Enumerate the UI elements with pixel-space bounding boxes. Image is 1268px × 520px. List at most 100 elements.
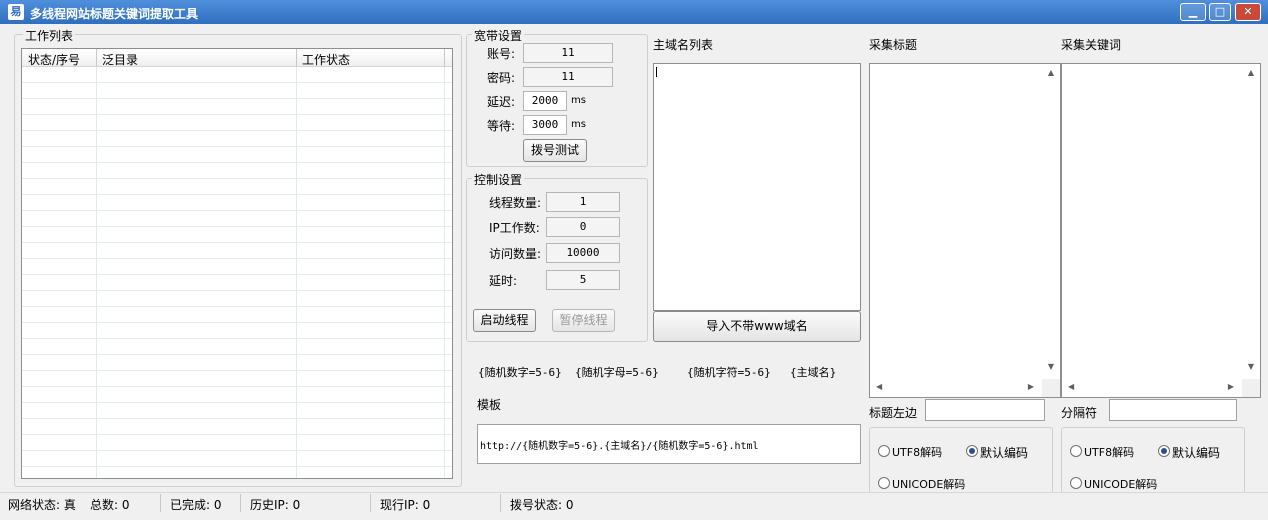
- visits-label: 访问数量:: [489, 247, 542, 261]
- password-label: 密码:: [487, 71, 516, 85]
- keywords-default-radio[interactable]: [1158, 445, 1170, 457]
- title-default-radio[interactable]: [966, 445, 978, 457]
- status-history-ip: 历史IP: 0: [250, 498, 301, 512]
- title-unicode-label[interactable]: UNICODE解码: [892, 476, 965, 492]
- password-field[interactable]: 11: [523, 67, 613, 87]
- table-row: [22, 83, 452, 99]
- table-row: [22, 419, 452, 435]
- template-label: 模板: [477, 398, 502, 412]
- table-row: [22, 179, 452, 195]
- wait-unit: ms: [571, 119, 586, 130]
- domain-list-textarea[interactable]: [653, 63, 861, 311]
- token-random-chars[interactable]: {随机字符=5-6}: [687, 364, 771, 380]
- wait-field[interactable]: 3000: [523, 115, 567, 135]
- text-cursor: [656, 67, 657, 77]
- token-main-domain[interactable]: {主域名}: [790, 364, 836, 380]
- ip-work-field[interactable]: 0: [546, 217, 620, 237]
- table-row: [22, 355, 452, 371]
- table-row: [22, 339, 452, 355]
- statusbar-divider: [0, 492, 1268, 493]
- table-row: [22, 403, 452, 419]
- keywords-utf8-radio[interactable]: [1070, 445, 1082, 457]
- status-separator: [500, 494, 501, 512]
- title-left-input[interactable]: [925, 399, 1045, 421]
- account-label: 账号:: [487, 47, 516, 61]
- broadband-group-label: 宽带设置: [472, 27, 525, 44]
- table-row: [22, 259, 452, 275]
- work-list-group-label: 工作列表: [23, 27, 76, 44]
- separator-input[interactable]: [1109, 399, 1237, 421]
- minimize-button[interactable]: ▁: [1180, 3, 1206, 21]
- collect-title-textarea[interactable]: ▲ ▼ ◀ ▶: [869, 63, 1061, 398]
- delay-field[interactable]: 2000: [523, 91, 567, 111]
- status-network: 网络状态: 真: [8, 498, 76, 512]
- token-random-digits[interactable]: {随机数字=5-6}: [478, 364, 562, 380]
- scroll-up-icon[interactable]: ▲: [1248, 68, 1254, 77]
- status-current-ip: 现行IP: 0: [380, 498, 431, 512]
- collect-title-label: 采集标题: [869, 38, 918, 52]
- separator-label: 分隔符: [1061, 406, 1098, 420]
- scroll-left-icon[interactable]: ◀: [1068, 382, 1074, 391]
- pause-threads-button[interactable]: 暂停线程: [552, 309, 615, 332]
- collect-keywords-textarea[interactable]: ▲ ▼ ◀ ▶: [1061, 63, 1261, 398]
- control-group-label: 控制设置: [472, 171, 525, 188]
- table-row: [22, 275, 452, 291]
- table-row: [22, 323, 452, 339]
- table-row: [22, 163, 452, 179]
- scroll-left-icon[interactable]: ◀: [876, 382, 882, 391]
- status-separator: [370, 494, 371, 512]
- table-row: [22, 227, 452, 243]
- threads-field[interactable]: 1: [546, 192, 620, 212]
- token-random-letters[interactable]: {随机字母=5-6}: [575, 364, 659, 380]
- visits-field[interactable]: 10000: [546, 243, 620, 263]
- title-utf8-label[interactable]: UTF8解码: [892, 444, 942, 460]
- keywords-utf8-label[interactable]: UTF8解码: [1084, 444, 1134, 460]
- work-list-table[interactable]: 状态/序号 泛目录 工作状态: [21, 48, 453, 479]
- column-header-directory[interactable]: 泛目录: [102, 51, 138, 68]
- maximize-button[interactable]: □: [1209, 3, 1231, 21]
- scroll-down-icon[interactable]: ▼: [1248, 362, 1254, 371]
- table-row: [22, 387, 452, 403]
- table-row: [22, 243, 452, 259]
- scroll-corner: [1042, 379, 1060, 397]
- title-unicode-radio[interactable]: [878, 477, 890, 489]
- keywords-unicode-radio[interactable]: [1070, 477, 1082, 489]
- column-header-status-index[interactable]: 状态/序号: [28, 51, 80, 68]
- domain-list-label: 主域名列表: [653, 38, 714, 52]
- work-list-header: 状态/序号 泛目录 工作状态: [22, 49, 452, 67]
- table-row: [22, 307, 452, 323]
- close-button[interactable]: ✕: [1235, 3, 1261, 21]
- app-logo-icon: 易: [8, 4, 24, 20]
- delay-label: 延迟:: [487, 95, 516, 109]
- threads-label: 线程数量:: [489, 196, 542, 210]
- title-default-label[interactable]: 默认编码: [980, 444, 1028, 461]
- timeout-field[interactable]: 5: [546, 270, 620, 290]
- table-row: [22, 291, 452, 307]
- status-separator: [240, 494, 241, 512]
- import-domains-button[interactable]: 导入不带www域名: [653, 311, 861, 342]
- table-row: [22, 211, 452, 227]
- wait-label: 等待:: [487, 119, 516, 133]
- scroll-right-icon[interactable]: ▶: [1228, 382, 1234, 391]
- start-threads-button[interactable]: 启动线程: [473, 309, 536, 332]
- title-bar: 易 多线程网站标题关键词提取工具 ▁ □ ✕: [0, 0, 1268, 24]
- scroll-corner: [1242, 379, 1260, 397]
- status-done: 已完成: 0: [170, 498, 222, 512]
- scroll-up-icon[interactable]: ▲: [1048, 68, 1054, 77]
- scroll-right-icon[interactable]: ▶: [1028, 382, 1034, 391]
- timeout-label: 延时:: [489, 274, 518, 288]
- collect-keywords-label: 采集关键词: [1061, 38, 1122, 52]
- account-field[interactable]: 11: [523, 43, 613, 63]
- grid-column-line: [296, 67, 297, 478]
- keywords-unicode-label[interactable]: UNICODE解码: [1084, 476, 1157, 492]
- dial-test-button[interactable]: 拨号测试: [523, 139, 587, 162]
- table-row: [22, 371, 452, 387]
- column-header-work-status[interactable]: 工作状态: [302, 51, 350, 68]
- table-row: [22, 99, 452, 115]
- status-separator: [160, 494, 161, 512]
- keywords-default-label[interactable]: 默认编码: [1172, 444, 1220, 461]
- title-utf8-radio[interactable]: [878, 445, 890, 457]
- window-title: 多线程网站标题关键词提取工具: [30, 7, 199, 21]
- scroll-down-icon[interactable]: ▼: [1048, 362, 1054, 371]
- template-input[interactable]: http://{随机数字=5-6}.{主域名}/{随机数字=5-6}.html: [477, 424, 861, 464]
